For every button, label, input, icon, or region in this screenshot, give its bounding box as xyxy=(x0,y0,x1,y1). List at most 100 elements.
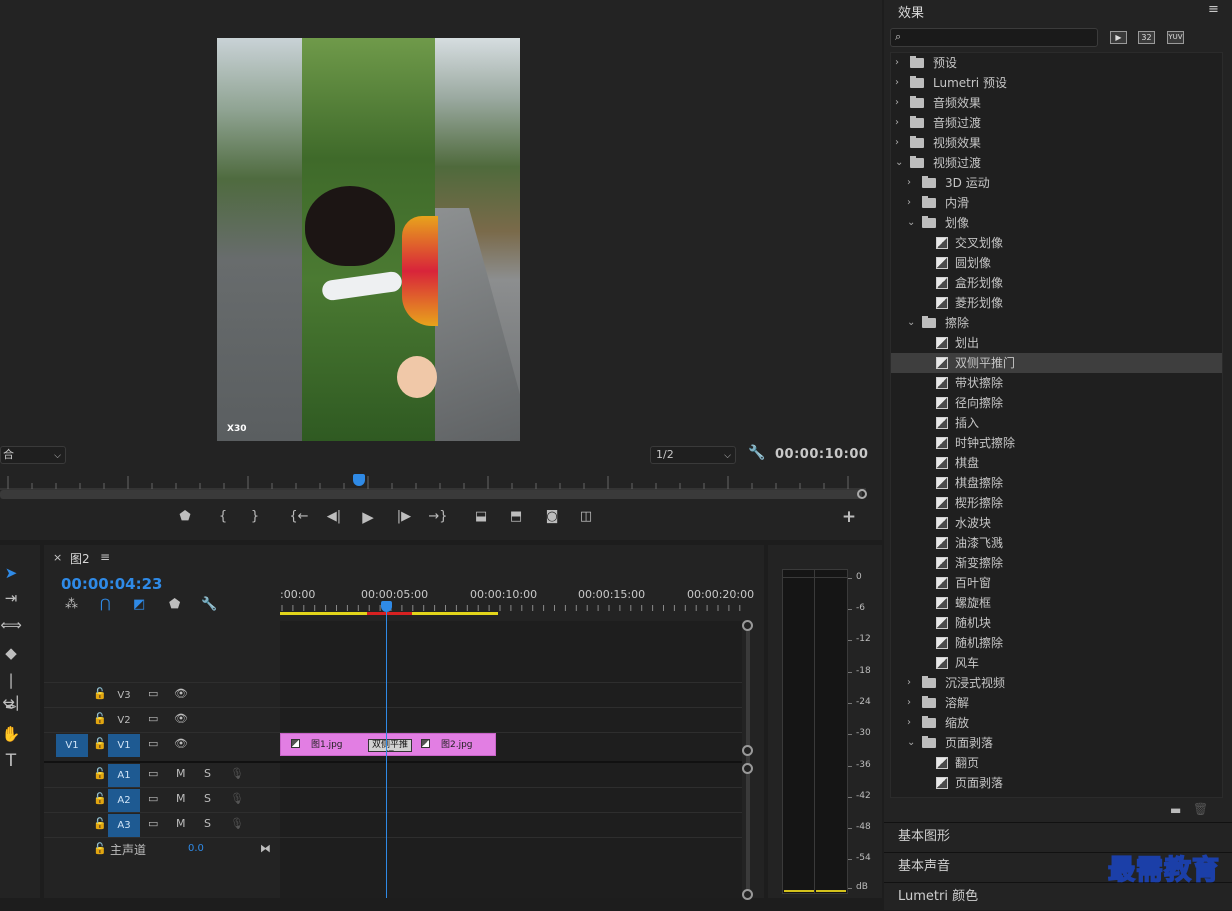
close-icon[interactable]: × xyxy=(53,551,62,564)
yuv-effects-icon[interactable]: YUV xyxy=(1167,31,1184,44)
eye-icon[interactable]: 👁 xyxy=(174,737,188,750)
effect-item[interactable]: 棋盘擦除 xyxy=(891,473,1222,493)
chevron-right-icon[interactable]: › xyxy=(907,193,911,213)
monitor-zoom-scrollbar[interactable] xyxy=(0,490,862,499)
selection-tool-icon[interactable]: ➤ xyxy=(0,562,22,584)
effect-item[interactable]: 油漆飞溅 xyxy=(891,533,1222,553)
timeline-timecode[interactable]: 00:00:04:23 xyxy=(61,575,163,593)
effect-item[interactable]: 渐变擦除 xyxy=(891,553,1222,573)
32bit-effects-icon[interactable]: 32 xyxy=(1138,31,1155,44)
effect-folder[interactable]: ⌄ 擦除 xyxy=(891,313,1222,333)
step-back-icon[interactable]: ◀| xyxy=(323,506,345,528)
chevron-right-icon[interactable]: › xyxy=(895,73,899,93)
track-header-v3[interactable]: 🔓 V3 ▭ 👁 xyxy=(44,682,280,707)
go-to-out-icon[interactable]: →} xyxy=(427,506,449,528)
effect-folder[interactable]: › 3D 运动 xyxy=(891,173,1222,193)
effects-tree[interactable]: › 预设 › Lumetri 预设 › 音频效果 › 音频过渡 › 视频效果 ⌄ 视频过渡 › 3D 运动… xyxy=(890,52,1223,798)
mute-button[interactable]: M xyxy=(176,792,186,805)
track-select-tool-icon[interactable]: ⇥ xyxy=(0,587,22,609)
sequence-tab[interactable]: 图2 xyxy=(70,550,90,567)
effect-item[interactable]: 菱形划像 xyxy=(891,293,1222,313)
type-tool-icon[interactable]: T xyxy=(0,750,22,772)
eye-icon[interactable]: 👁 xyxy=(174,687,188,700)
effect-folder[interactable]: › Lumetri 预设 xyxy=(891,73,1222,93)
mute-button[interactable]: M xyxy=(176,817,186,830)
effect-item[interactable]: 棋盘 xyxy=(891,453,1222,473)
effect-folder[interactable]: › 音频效果 xyxy=(891,93,1222,113)
effect-item[interactable]: 时钟式擦除 xyxy=(891,433,1222,453)
lock-icon[interactable]: 🔓 xyxy=(93,712,107,725)
track-header-v2[interactable]: 🔓 V2 ▭ 👁 xyxy=(44,707,280,732)
mark-out-icon[interactable]: } xyxy=(244,506,266,528)
panel-menu-icon[interactable]: ≡ xyxy=(100,550,110,564)
lock-icon[interactable]: 🔓 xyxy=(93,792,107,805)
pen-tool-icon[interactable]: ✒ xyxy=(0,696,22,718)
lock-icon[interactable]: 🔓 xyxy=(93,767,107,780)
essential-graphics-section[interactable]: 基本图形 xyxy=(884,822,1232,850)
ripple-edit-tool-icon[interactable]: ⟺ xyxy=(0,614,22,636)
snap-icon[interactable]: ⋂ xyxy=(100,597,111,612)
sync-lock-icon[interactable]: ▭ xyxy=(148,767,158,780)
export-frame-icon[interactable]: ◙ xyxy=(541,506,563,528)
effect-item[interactable]: 插入 xyxy=(891,413,1222,433)
source-patch-v1[interactable]: V1 xyxy=(56,734,88,757)
lock-icon[interactable]: 🔓 xyxy=(93,687,107,700)
track-label[interactable]: A3 xyxy=(108,814,140,837)
effect-folder[interactable]: › 缩放 xyxy=(891,713,1222,733)
track-header-v1[interactable]: V1 🔓 V1 ▭ 👁 xyxy=(44,732,280,757)
lock-icon[interactable]: 🔓 xyxy=(93,737,107,750)
track-label[interactable]: A1 xyxy=(108,764,140,787)
effect-folder[interactable]: › 内滑 xyxy=(891,193,1222,213)
chevron-down-icon[interactable]: ⌄ xyxy=(907,733,915,753)
timeline-settings-icon[interactable]: 🔧 xyxy=(201,597,217,612)
mute-button[interactable]: M xyxy=(176,767,186,780)
microphone-icon[interactable]: 🎙 xyxy=(230,817,244,830)
track-header-a3[interactable]: 🔓 A3 ▭ M S 🎙 xyxy=(44,812,280,837)
linked-selection-icon[interactable]: ◩ xyxy=(133,597,145,612)
effect-item[interactable]: 双侧平推门 xyxy=(891,353,1222,373)
scrollbar-handle[interactable] xyxy=(857,489,867,499)
effect-folder[interactable]: › 视频效果 xyxy=(891,133,1222,153)
chevron-down-icon[interactable]: ⌄ xyxy=(895,153,903,173)
video-clip[interactable]: 图1.jpg 双侧平推门 图2.jpg xyxy=(280,733,496,756)
solo-button[interactable]: S xyxy=(204,817,211,830)
wrench-icon[interactable]: 🔧 xyxy=(748,445,765,461)
scrollbar-handle[interactable] xyxy=(742,889,753,900)
scrollbar-handle[interactable] xyxy=(742,745,753,756)
sync-lock-icon[interactable]: ▭ xyxy=(148,687,158,700)
track-header-a2[interactable]: 🔓 A2 ▭ M S 🎙 xyxy=(44,787,280,812)
chevron-right-icon[interactable]: › xyxy=(895,93,899,113)
chevron-right-icon[interactable]: › xyxy=(895,113,899,133)
effect-item[interactable]: 划出 xyxy=(891,333,1222,353)
chevron-right-icon[interactable]: › xyxy=(895,133,899,153)
add-marker-icon[interactable]: ⬟ xyxy=(169,597,180,612)
playback-resolution-select[interactable]: 1/2 ⌵ xyxy=(650,446,736,464)
marker-icon[interactable]: ⬟ xyxy=(174,506,196,528)
chevron-right-icon[interactable]: › xyxy=(907,173,911,193)
accelerated-effects-icon[interactable]: ▶ xyxy=(1110,31,1127,44)
compare-view-icon[interactable]: ◫ xyxy=(575,506,597,528)
lock-icon[interactable]: 🔓 xyxy=(93,817,107,830)
effect-item[interactable]: 百叶窗 xyxy=(891,573,1222,593)
effect-item[interactable]: 圆划像 xyxy=(891,253,1222,273)
effect-item[interactable]: 翻页 xyxy=(891,753,1222,773)
monitor-time-ruler[interactable] xyxy=(0,470,866,490)
nest-icon[interactable]: ⁂ xyxy=(65,597,78,612)
track-header-a1[interactable]: 🔓 A1 ▭ M S 🎙 xyxy=(44,761,280,787)
effect-item[interactable]: 楔形擦除 xyxy=(891,493,1222,513)
effect-item[interactable]: 盒形划像 xyxy=(891,273,1222,293)
eye-icon[interactable]: 👁 xyxy=(174,712,188,725)
effect-item[interactable]: 随机擦除 xyxy=(891,633,1222,653)
effect-folder[interactable]: › 溶解 xyxy=(891,693,1222,713)
microphone-icon[interactable]: 🎙 xyxy=(230,792,244,805)
effect-folder[interactable]: ⌄ 划像 xyxy=(891,213,1222,233)
mark-in-icon[interactable]: { xyxy=(212,506,234,528)
chevron-right-icon[interactable]: › xyxy=(907,713,911,733)
effect-item[interactable]: 螺旋框 xyxy=(891,593,1222,613)
timeline-vertical-scrollbar[interactable] xyxy=(746,621,750,898)
effect-item[interactable]: 页面剥落 xyxy=(891,773,1222,793)
play-icon[interactable]: ▶ xyxy=(357,506,379,528)
scrollbar-handle[interactable] xyxy=(742,763,753,774)
slip-tool-icon[interactable]: |↔| xyxy=(0,669,22,711)
razor-tool-icon[interactable]: ◆ xyxy=(0,642,22,664)
